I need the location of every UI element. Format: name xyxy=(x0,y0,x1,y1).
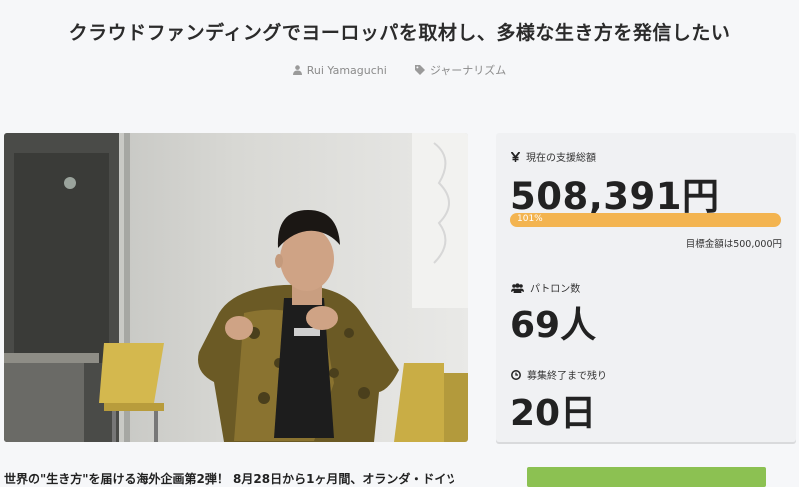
page-title: クラウドファンディングでヨーロッパを取材し、多様な生き方を発信したい xyxy=(68,22,731,44)
remaining-label: 募集終了まで残り xyxy=(527,371,607,382)
patrons-label: パトロン数 xyxy=(530,284,581,295)
amount-value: 508,391円 xyxy=(510,175,720,218)
patrons-label-row: パトロン数 xyxy=(511,280,580,295)
user-icon xyxy=(292,65,302,75)
author-link[interactable]: Rui Yamaguchi xyxy=(292,62,387,78)
remaining-value: 20日 xyxy=(510,393,597,434)
amount-label-row: 現在の支援総額 xyxy=(511,149,596,164)
support-button[interactable] xyxy=(527,467,766,487)
funding-stats-panel: 現在の支援総額 508,391円 101% 目標金額は500,000円 パトロン… xyxy=(496,133,796,442)
clock-icon xyxy=(511,369,521,380)
progress-text: 101% xyxy=(517,214,543,224)
project-meta: Rui Yamaguchi ジャーナリズム xyxy=(0,62,799,78)
category-name: ジャーナリズム xyxy=(429,64,507,77)
tag-icon xyxy=(414,65,425,75)
project-description: 世界の"生き方"を届ける海外企画第2弾！ 8月28日から1ヶ月間、オランダ・ドイ… xyxy=(4,472,454,486)
progress-bar: 101% xyxy=(510,213,781,227)
author-name: Rui Yamaguchi xyxy=(306,63,387,77)
remaining-label-row: 募集終了まで残り xyxy=(511,367,607,382)
project-photo xyxy=(4,133,468,442)
amount-label: 現在の支援総額 xyxy=(526,153,596,164)
goal-amount: 目標金額は500,000円 xyxy=(685,239,782,250)
patrons-value: 69人 xyxy=(510,305,597,346)
category-link[interactable]: ジャーナリズム xyxy=(414,62,507,78)
yen-icon xyxy=(511,151,520,162)
users-icon xyxy=(511,282,524,293)
